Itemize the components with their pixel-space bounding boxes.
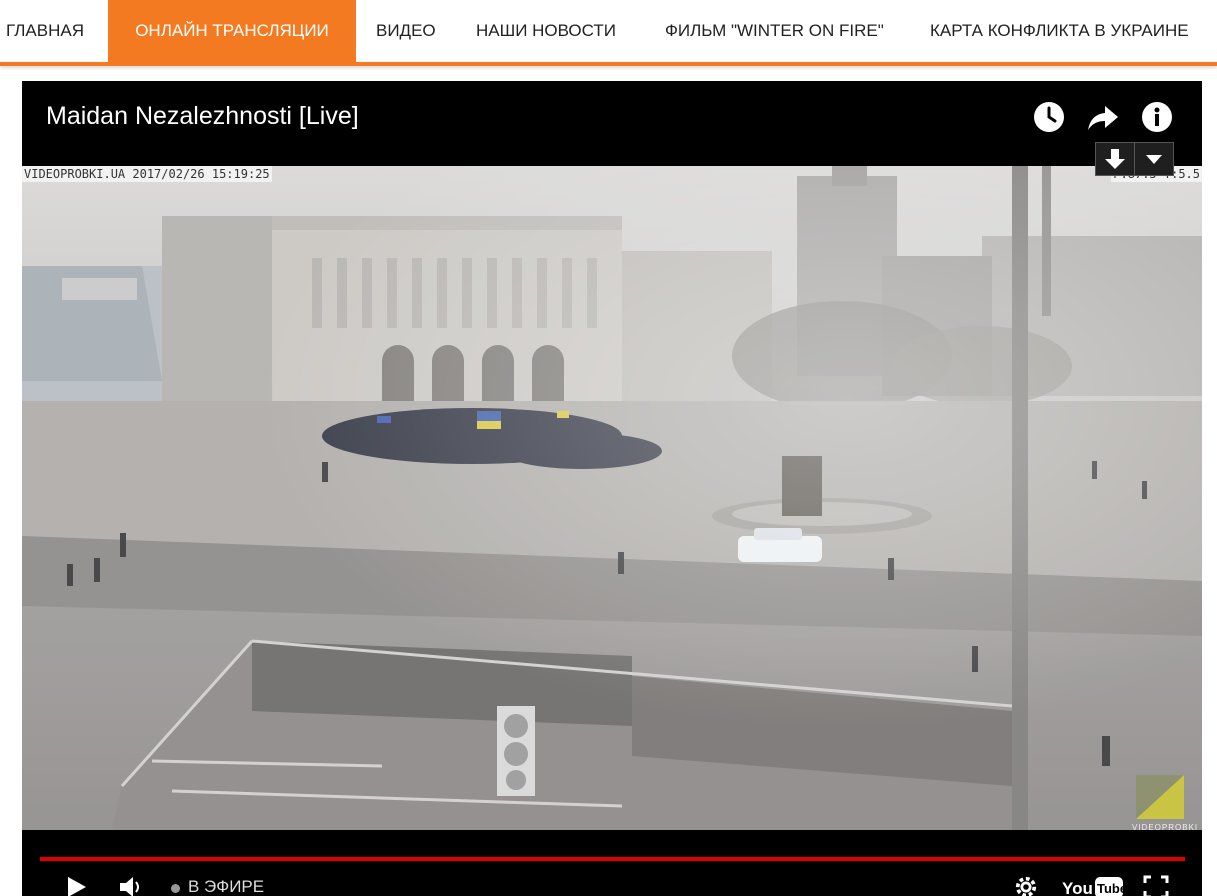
download-icon [1105, 149, 1125, 169]
info-icon[interactable] [1140, 100, 1174, 134]
live-indicator-dot [171, 884, 180, 893]
settings-icon [1015, 876, 1037, 896]
clock-icon[interactable] [1032, 100, 1066, 134]
svg-text:You: You [1062, 879, 1093, 896]
nav-item-conflict-map[interactable]: КАРТА КОНФЛИКТА В УКРАИНЕ [930, 0, 1189, 62]
youtube-logo-icon: You Tube [1062, 877, 1127, 896]
webcam-timestamp: VIDEOPROBKI.UA 2017/02/26 15:19:25 [22, 166, 272, 182]
volume-button[interactable] [118, 875, 144, 896]
video-frame[interactable] [22, 166, 1202, 830]
download-button[interactable] [1095, 142, 1135, 176]
video-player[interactable]: Maidan Nezalezhnosti [Live] VIDEOPROBKI.… [22, 81, 1202, 896]
nav-item-video[interactable]: ВИДЕО [376, 0, 436, 62]
nav-item-online-streams[interactable]: ОНЛАЙН ТРАНСЛЯЦИИ [108, 0, 356, 62]
fullscreen-icon [1143, 875, 1169, 896]
nav-item-film[interactable]: ФИЛЬМ "WINTER ON FIRE" [665, 0, 884, 62]
settings-button[interactable] [1013, 875, 1039, 896]
progress-bar[interactable] [40, 857, 1185, 861]
live-label[interactable]: В ЭФИРЕ [188, 877, 264, 896]
play-button[interactable] [64, 875, 88, 896]
fullscreen-button[interactable] [1143, 875, 1169, 896]
volume-icon [120, 877, 139, 896]
share-icon[interactable] [1086, 100, 1120, 134]
dropdown-arrow-icon [1146, 155, 1162, 164]
video-title[interactable]: Maidan Nezalezhnosti [Live] [46, 102, 359, 131]
nav-item-our-news[interactable]: НАШИ НОВОСТИ [476, 0, 616, 62]
play-icon [68, 877, 86, 896]
webcam-scene-image [22, 166, 1202, 830]
top-navigation: ГЛАВНАЯ ОНЛАЙН ТРАНСЛЯЦИИ ВИДЕО НАШИ НОВ… [0, 0, 1217, 66]
player-title-bar: Maidan Nezalezhnosti [Live] [22, 81, 1202, 166]
dropdown-button[interactable] [1134, 142, 1174, 176]
nav-item-home[interactable]: ГЛАВНАЯ [6, 0, 84, 62]
player-controls: В ЭФИРЕ You Tube [22, 830, 1202, 896]
svg-text:Tube: Tube [1097, 881, 1124, 896]
youtube-button[interactable]: You Tube [1062, 875, 1127, 896]
